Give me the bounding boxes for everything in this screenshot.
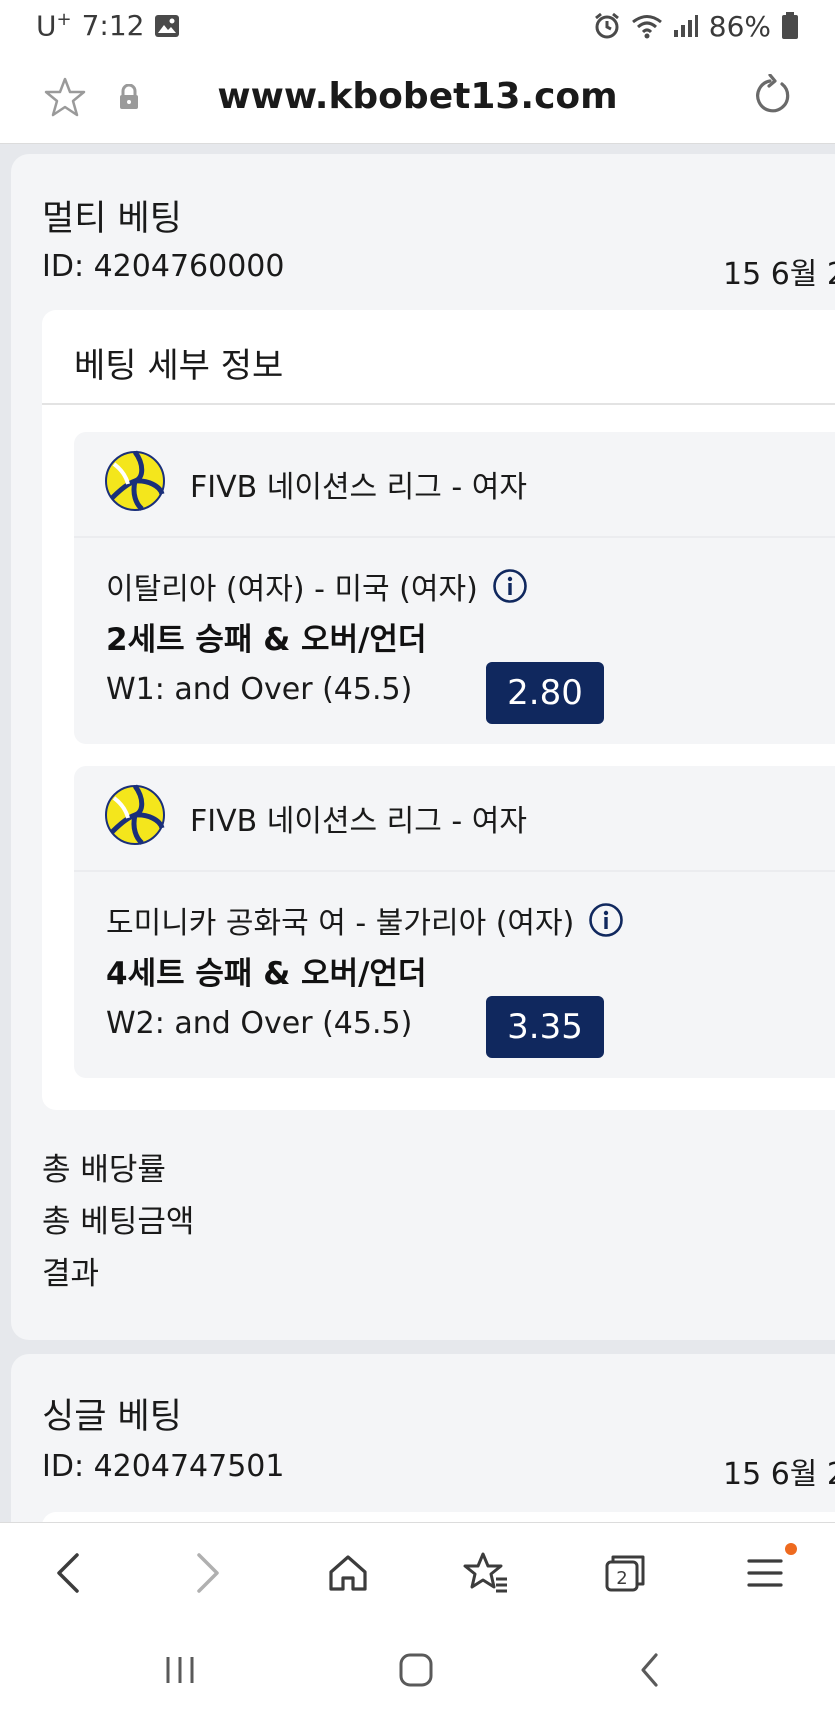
bet-event: FIVB 네이션스 리그 - 여자 도미니카 공화국 여 - 불가리아 (여자)…	[74, 766, 835, 1078]
forward-icon	[197, 1553, 219, 1593]
tab-count: 2	[616, 1568, 627, 1589]
bet-details-title: 베팅 세부 정보	[74, 346, 284, 386]
forward-button[interactable]	[178, 1543, 238, 1603]
volleyball-icon	[105, 450, 165, 511]
tabs-icon: 2	[605, 1555, 645, 1592]
market-name: 2세트 승패 & 오버/언더	[106, 622, 427, 658]
page-content[interactable]: 멀티 베팅 ID: 4204760000 15 6월 2 베팅 세부 정보 FI…	[0, 146, 835, 1522]
menu-icon	[747, 1559, 783, 1587]
bookmarks-icon	[463, 1552, 507, 1593]
single-bet-date: 15 6월 2	[723, 1457, 835, 1492]
multi-bet-date: 15 6월 2	[723, 257, 835, 292]
total-odds-label: 총 배당률	[42, 1152, 166, 1188]
home-icon	[329, 1555, 367, 1591]
status-bar: U+ 7:12 86%	[0, 0, 835, 52]
single-bet-title: 싱글 베팅	[42, 1397, 182, 1437]
result-label: 결과	[42, 1256, 100, 1292]
alarm-icon	[594, 12, 619, 39]
info-icon[interactable]	[588, 902, 624, 938]
battery-percent: 86%	[708, 9, 771, 43]
match-row: 도미니카 공화국 여 - 불가리아 (여자)	[106, 898, 624, 942]
home-button[interactable]	[318, 1543, 378, 1603]
system-back-button[interactable]	[620, 1640, 680, 1700]
match-row: 이탈리아 (여자) - 미국 (여자)	[106, 564, 528, 608]
status-right: 86%	[593, 10, 799, 43]
tabs-button[interactable]: 2	[595, 1543, 655, 1603]
back-button[interactable]	[38, 1543, 98, 1603]
market-name: 4세트 승패 & 오버/언더	[106, 956, 427, 992]
pick-label: W1: and Over (45.5)	[106, 672, 413, 707]
bet-event: FIVB 네이션스 리그 - 여자 이탈리아 (여자) - 미국 (여자) 2세…	[74, 432, 835, 744]
total-stake-label: 총 베팅금액	[42, 1204, 195, 1240]
pick-label: W2: and Over (45.5)	[106, 1006, 413, 1041]
volleyball-icon	[105, 784, 165, 845]
event-header: FIVB 네이션스 리그 - 여자	[74, 766, 835, 872]
carrier-label: U+	[36, 9, 72, 43]
back-icon	[57, 1553, 79, 1593]
bet-details-panel: 베팅 세부 정보 FIVB 네이션스 리그 - 여자 이탈리아 (여자) - 미…	[42, 310, 835, 1110]
wifi-icon	[631, 15, 662, 39]
multi-bet-title: 멀티 베팅	[42, 199, 182, 239]
recent-apps-button[interactable]	[150, 1640, 210, 1700]
clock: 7:12	[81, 9, 145, 43]
status-left: U+ 7:12	[36, 9, 180, 43]
match-name: 이탈리아 (여자) - 미국 (여자)	[106, 572, 478, 607]
divider	[42, 403, 835, 405]
league-name: FIVB 네이션스 리그 - 여자	[190, 470, 527, 505]
battery-icon	[782, 12, 798, 39]
bookmarks-button[interactable]	[456, 1543, 516, 1603]
single-bet-details-panel	[42, 1512, 835, 1522]
league-name: FIVB 네이션스 리그 - 여자	[190, 804, 527, 839]
single-bet-id: ID: 4204747501	[42, 1449, 285, 1484]
reload-icon[interactable]	[748, 74, 792, 118]
odds-badge: 3.35	[486, 996, 604, 1058]
event-header: FIVB 네이션스 리그 - 여자	[74, 432, 835, 538]
multi-bet-id: ID: 4204760000	[42, 249, 285, 284]
system-home-button[interactable]	[386, 1640, 446, 1700]
multi-bet-card: 멀티 베팅 ID: 4204760000 15 6월 2 베팅 세부 정보 FI…	[11, 154, 835, 1340]
signal-icon	[673, 15, 698, 37]
url-field[interactable]: www.kbobet13.com	[0, 76, 835, 117]
recent-apps-icon	[166, 1657, 194, 1683]
info-icon[interactable]	[492, 568, 528, 604]
single-bet-card: 싱글 베팅 ID: 4204747501 15 6월 2	[11, 1354, 835, 1522]
notification-dot	[785, 1543, 797, 1555]
odds-badge: 2.80	[486, 662, 604, 724]
browser-bottom-nav: 2	[0, 1522, 835, 1622]
match-name: 도미니카 공화국 여 - 불가리아 (여자)	[106, 906, 575, 941]
address-bar: www.kbobet13.com	[0, 52, 835, 144]
system-nav-bar	[0, 1622, 835, 1717]
system-back-icon	[641, 1653, 658, 1687]
system-home-icon	[399, 1653, 433, 1687]
gallery-notification-icon	[155, 14, 180, 37]
